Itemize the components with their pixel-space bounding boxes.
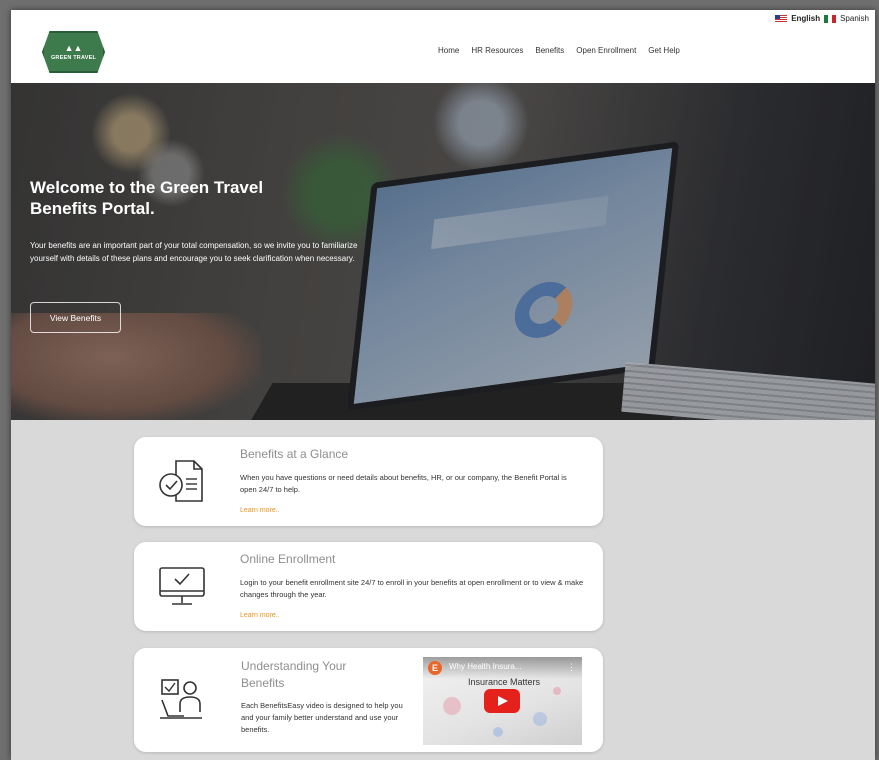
video-bubble xyxy=(443,697,461,715)
learn-more-link[interactable]: Learn more.. xyxy=(240,507,280,514)
language-spanish[interactable]: Spanish xyxy=(840,14,869,23)
view-benefits-button[interactable]: View Benefits xyxy=(30,302,121,333)
more-options-icon[interactable]: ⋮ xyxy=(567,662,576,673)
card-text: When you have questions or need details … xyxy=(240,473,567,494)
nav-home[interactable]: Home xyxy=(438,46,459,55)
language-switcher: English Spanish xyxy=(775,14,869,23)
benefits-video-player[interactable]: E Why Health Insura... ⋮ Insurance Matte… xyxy=(423,657,582,745)
card-title: Benefits at a Glance xyxy=(240,447,349,461)
hero-banner: Welcome to the Green Travel Benefits Por… xyxy=(11,83,875,420)
us-flag-icon[interactable] xyxy=(775,14,788,23)
video-bubble xyxy=(553,687,561,695)
monitor-check-icon xyxy=(159,567,205,605)
person-checklist-icon xyxy=(160,679,202,719)
page: ▲▲ GREEN TRAVEL English Spanish Home HR … xyxy=(11,10,875,760)
video-bubble xyxy=(493,727,503,737)
nav-get-help[interactable]: Get Help xyxy=(648,46,680,55)
mountain-icon: ▲▲ xyxy=(64,42,83,53)
hero-text: Your benefits are an important part of y… xyxy=(30,241,358,263)
video-subtitle: Insurance Matters xyxy=(468,677,541,687)
mx-flag-icon[interactable] xyxy=(824,14,837,23)
nav-open-enrollment[interactable]: Open Enrollment xyxy=(576,46,636,55)
main-nav: Home HR Resources Benefits Open Enrollme… xyxy=(438,46,680,55)
hero-title: Welcome to the Green Travel Benefits Por… xyxy=(30,178,264,218)
card-title: Understanding Your Benefits xyxy=(241,659,347,690)
learn-more-link[interactable]: Learn more.. xyxy=(240,612,280,619)
video-title: Why Health Insura... xyxy=(449,662,522,671)
nav-benefits[interactable]: Benefits xyxy=(535,46,564,55)
card-text: Each BenefitsEasy video is designed to h… xyxy=(241,701,403,734)
benefitseasy-logo-icon: E xyxy=(428,661,442,675)
online-enrollment-card: Online Enrollment Login to your benefit … xyxy=(134,542,603,631)
understanding-benefits-card: Understanding Your Benefits Each Benefit… xyxy=(134,648,603,752)
logo-text: GREEN TRAVEL xyxy=(50,54,97,61)
youtube-play-icon[interactable] xyxy=(484,689,520,713)
benefits-at-a-glance-card: Benefits at a Glance When you have quest… xyxy=(134,437,603,526)
green-travel-logo[interactable]: ▲▲ GREEN TRAVEL xyxy=(42,31,105,73)
nav-hr-resources[interactable]: HR Resources xyxy=(471,46,523,55)
language-english[interactable]: English xyxy=(791,14,820,23)
video-bubble xyxy=(533,712,547,726)
document-check-icon xyxy=(159,460,203,502)
card-text: Login to your benefit enrollment site 24… xyxy=(240,578,584,599)
site-header: ▲▲ GREEN TRAVEL English Spanish Home HR … xyxy=(11,10,875,83)
card-title: Online Enrollment xyxy=(240,552,336,566)
